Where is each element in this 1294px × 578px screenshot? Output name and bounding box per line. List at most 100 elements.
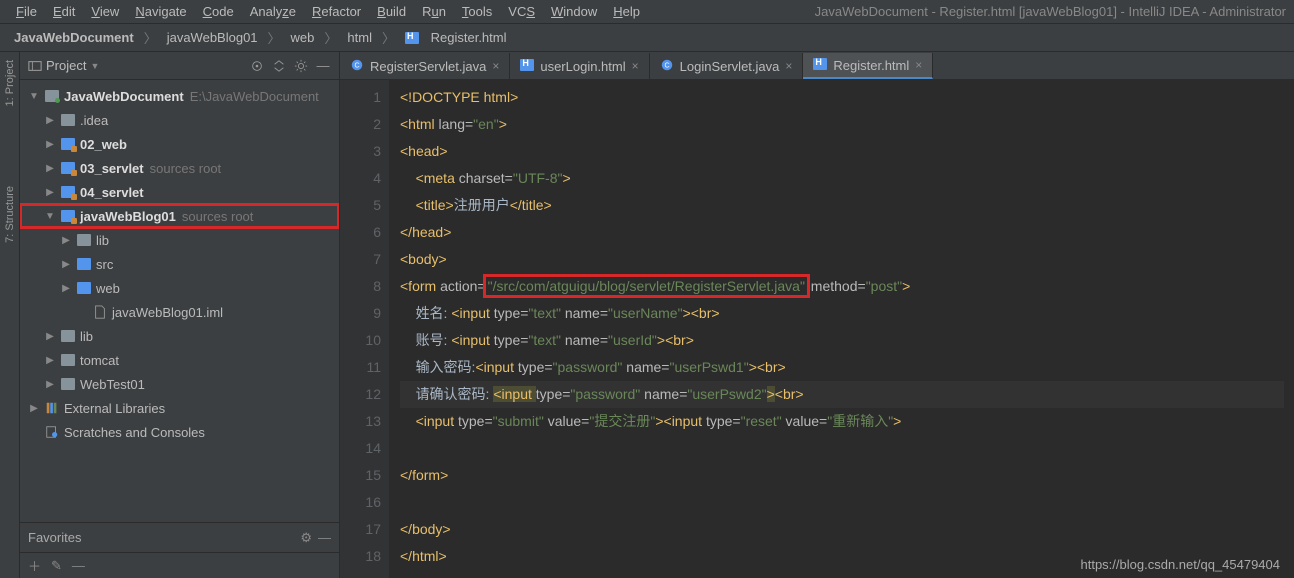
folder-icon <box>60 208 76 224</box>
menu-tools[interactable]: Tools <box>454 2 500 21</box>
favorites-bar[interactable]: Favorites ⚙ — <box>20 522 339 552</box>
tree-arrow-icon[interactable]: ▶ <box>44 163 56 174</box>
breadcrumb-item[interactable]: JavaWebDocument <box>8 28 140 47</box>
tree-row[interactable]: ▶.idea <box>20 108 339 132</box>
tree-arrow-icon[interactable]: ▼ <box>28 91 40 102</box>
editor-tab[interactable]: userLogin.html × <box>510 53 649 79</box>
menu-navigate[interactable]: Navigate <box>127 2 194 21</box>
menu-code[interactable]: Code <box>195 2 242 21</box>
tree-arrow-icon[interactable]: ▶ <box>44 115 56 126</box>
project-panel: Project ▼ — ▼JavaWebDocumentE:\JavaWebDo… <box>20 52 340 578</box>
file-icon: C <box>350 58 364 75</box>
folder-icon <box>44 424 60 440</box>
html-icon <box>405 32 419 44</box>
tree-arrow-icon[interactable]: ▶ <box>44 355 56 366</box>
tree-label: 02_web <box>80 137 127 152</box>
tree-row[interactable]: ▶External Libraries <box>20 396 339 420</box>
collapse-icon[interactable] <box>271 58 287 74</box>
tree-arrow-icon[interactable]: ▶ <box>28 403 40 414</box>
breadcrumb-sep: 〉 <box>320 28 341 47</box>
menu-file[interactable]: File <box>8 2 45 21</box>
menu-help[interactable]: Help <box>605 2 648 21</box>
add-icon[interactable]: ＋ <box>28 556 41 575</box>
folder-icon <box>76 280 92 296</box>
tab-label: userLogin.html <box>540 59 625 74</box>
tree-row[interactable]: Scratches and Consoles <box>20 420 339 444</box>
folder-icon <box>60 352 76 368</box>
project-panel-header: Project ▼ — <box>20 52 339 80</box>
tree-row[interactable]: ▶WebTest01 <box>20 372 339 396</box>
tree-arrow-icon[interactable]: ▶ <box>60 283 72 294</box>
folder-icon <box>44 88 60 104</box>
tree-row[interactable]: ▶tomcat <box>20 348 339 372</box>
bottom-toolbar: ＋ ✎ — <box>20 552 339 578</box>
close-icon[interactable]: × <box>492 59 499 73</box>
tree-arrow-icon[interactable]: ▶ <box>44 187 56 198</box>
edit-icon[interactable]: ✎ <box>51 558 62 574</box>
editor-tab[interactable]: CLoginServlet.java× <box>650 53 804 79</box>
close-icon[interactable]: × <box>915 58 922 72</box>
tree-row[interactable]: ▶ 02_web <box>20 132 339 156</box>
folder-icon <box>76 256 92 272</box>
menu-edit[interactable]: Edit <box>45 2 83 21</box>
left-tool-gutter: 1: Project 7: Structure <box>0 52 20 578</box>
breadcrumb-item[interactable]: javaWebBlog01 <box>161 28 264 47</box>
hide-icon[interactable]: — <box>318 530 331 545</box>
tree-row[interactable]: javaWebBlog01.iml <box>20 300 339 324</box>
svg-text:C: C <box>664 62 669 69</box>
tree-row[interactable]: ▶lib <box>20 324 339 348</box>
menu-refactor[interactable]: Refactor <box>304 2 369 21</box>
tree-row[interactable]: ▶03_servletsources root <box>20 156 339 180</box>
gear-icon[interactable] <box>293 58 309 74</box>
tree-arrow-icon[interactable]: ▶ <box>44 139 56 150</box>
project-tool-button[interactable]: 1: Project <box>4 60 16 106</box>
workspace: 1: Project 7: Structure Project ▼ — ▼Jav… <box>0 52 1294 578</box>
tree-arrow-icon[interactable]: ▶ <box>44 379 56 390</box>
tree-arrow-icon[interactable]: ▶ <box>44 331 56 342</box>
close-icon[interactable]: × <box>632 59 639 73</box>
tree-row[interactable]: ▶web <box>20 276 339 300</box>
panel-icon <box>28 59 42 73</box>
tree-row[interactable]: ▼javaWebBlog01sources root <box>20 204 339 228</box>
tree-arrow-icon[interactable]: ▶ <box>60 259 72 270</box>
tree-row[interactable]: ▶ 04_servlet <box>20 180 339 204</box>
gear-icon[interactable]: ⚙ <box>300 530 312 546</box>
menu-build[interactable]: Build <box>369 2 414 21</box>
line-number-gutter: 12345678✓9101112131415161718 <box>340 80 390 578</box>
breadcrumb-item[interactable]: html <box>341 28 378 47</box>
folder-icon <box>60 328 76 344</box>
watermark: https://blog.csdn.net/qq_45479404 <box>1081 557 1281 572</box>
breadcrumb-sep: 〉 <box>140 28 161 47</box>
tree-row[interactable]: ▶src <box>20 252 339 276</box>
locate-icon[interactable] <box>249 58 265 74</box>
editor-tab[interactable]: C RegisterServlet.java × <box>340 53 510 79</box>
editor-tab[interactable]: Register.html× <box>803 53 933 79</box>
remove-icon[interactable]: — <box>72 558 85 573</box>
window-title: JavaWebDocument - Register.html [javaWeb… <box>815 4 1286 19</box>
close-icon[interactable]: × <box>785 59 792 73</box>
tab-label: RegisterServlet.java <box>370 59 486 74</box>
project-tree[interactable]: ▼JavaWebDocumentE:\JavaWebDocument▶.idea… <box>20 80 339 522</box>
menu-run[interactable]: Run <box>414 2 454 21</box>
breadcrumb-item[interactable]: Register.html <box>399 28 513 47</box>
svg-text:C: C <box>354 62 359 69</box>
file-icon: C <box>660 58 674 75</box>
breadcrumb-sep: 〉 <box>378 28 399 47</box>
menu-analyze[interactable]: Analyze <box>242 2 304 21</box>
tree-arrow-icon[interactable]: ▼ <box>44 211 56 222</box>
project-dropdown[interactable]: Project ▼ <box>28 58 99 73</box>
tree-label: 04_servlet <box>80 185 144 200</box>
code-area: 12345678✓9101112131415161718 <!DOCTYPE h… <box>340 80 1294 578</box>
menu-window[interactable]: Window <box>543 2 605 21</box>
breadcrumb-item[interactable]: web <box>285 28 321 47</box>
menu-vcs[interactable]: VCS <box>500 2 543 21</box>
hide-icon[interactable]: — <box>315 58 331 74</box>
menu-view[interactable]: View <box>83 2 127 21</box>
tree-row[interactable]: ▼JavaWebDocumentE:\JavaWebDocument <box>20 84 339 108</box>
tree-arrow-icon[interactable]: ▶ <box>60 235 72 246</box>
structure-tool-button[interactable]: 7: Structure <box>4 186 16 243</box>
tree-hint: sources root <box>150 161 222 176</box>
code-editor[interactable]: <!DOCTYPE html><html lang="en"><head> <m… <box>390 80 1294 578</box>
tree-label: Scratches and Consoles <box>64 425 205 440</box>
tree-row[interactable]: ▶lib <box>20 228 339 252</box>
